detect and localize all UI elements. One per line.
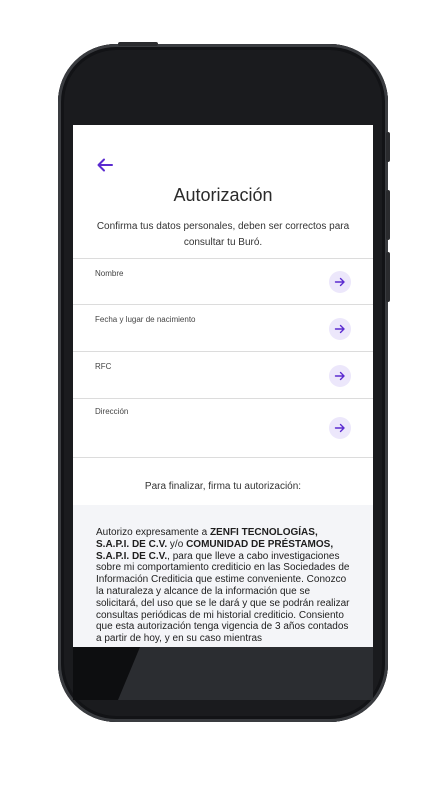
app-screen: Autorización Confirma tus datos personal… <box>73 125 373 647</box>
authorization-intro: Autorizo expresamente a <box>96 527 210 538</box>
field-row-rfc[interactable]: RFC <box>73 351 373 399</box>
nombre-arrow-button[interactable] <box>329 271 351 293</box>
back-button[interactable] <box>95 155 115 175</box>
authorization-connector: y/o <box>167 538 187 550</box>
field-label: RFC <box>95 362 112 371</box>
field-label: Dirección <box>95 407 129 416</box>
direccion-arrow-button[interactable] <box>329 417 351 439</box>
phone-side-button-1 <box>386 132 390 162</box>
authorization-body: , para que lleve a cabo investigaciones … <box>96 550 350 645</box>
field-row-nombre[interactable]: Nombre <box>73 258 373 305</box>
authorization-panel: Autorizo expresamente a ZENFI TECNOLOGÍA… <box>73 505 373 647</box>
page-title: Autorización <box>173 185 273 205</box>
arrow-right-icon <box>334 371 345 381</box>
arrow-right-icon <box>334 423 345 433</box>
phone-top-button <box>118 42 158 46</box>
arrow-right-icon <box>334 277 345 287</box>
phone-side-button-2 <box>386 190 390 240</box>
fecha-arrow-button[interactable] <box>329 318 351 340</box>
field-row-direccion[interactable]: Dirección <box>73 398 373 458</box>
phone-side-button-3 <box>386 252 390 302</box>
field-label: Nombre <box>95 269 124 278</box>
finalize-text: Para finalizar, firma tu autorización: <box>144 481 302 492</box>
rfc-arrow-button[interactable] <box>329 365 351 387</box>
intro-text: Confirma tus datos personales, deben ser… <box>96 221 350 248</box>
authorization-text: Autorizo expresamente a ZENFI TECNOLOGÍA… <box>96 527 351 645</box>
field-row-fecha[interactable]: Fecha y lugar de nacimiento <box>73 304 373 352</box>
arrow-right-icon <box>334 324 345 334</box>
field-label: Fecha y lugar de nacimiento <box>95 315 196 324</box>
arrow-left-icon <box>97 158 113 172</box>
